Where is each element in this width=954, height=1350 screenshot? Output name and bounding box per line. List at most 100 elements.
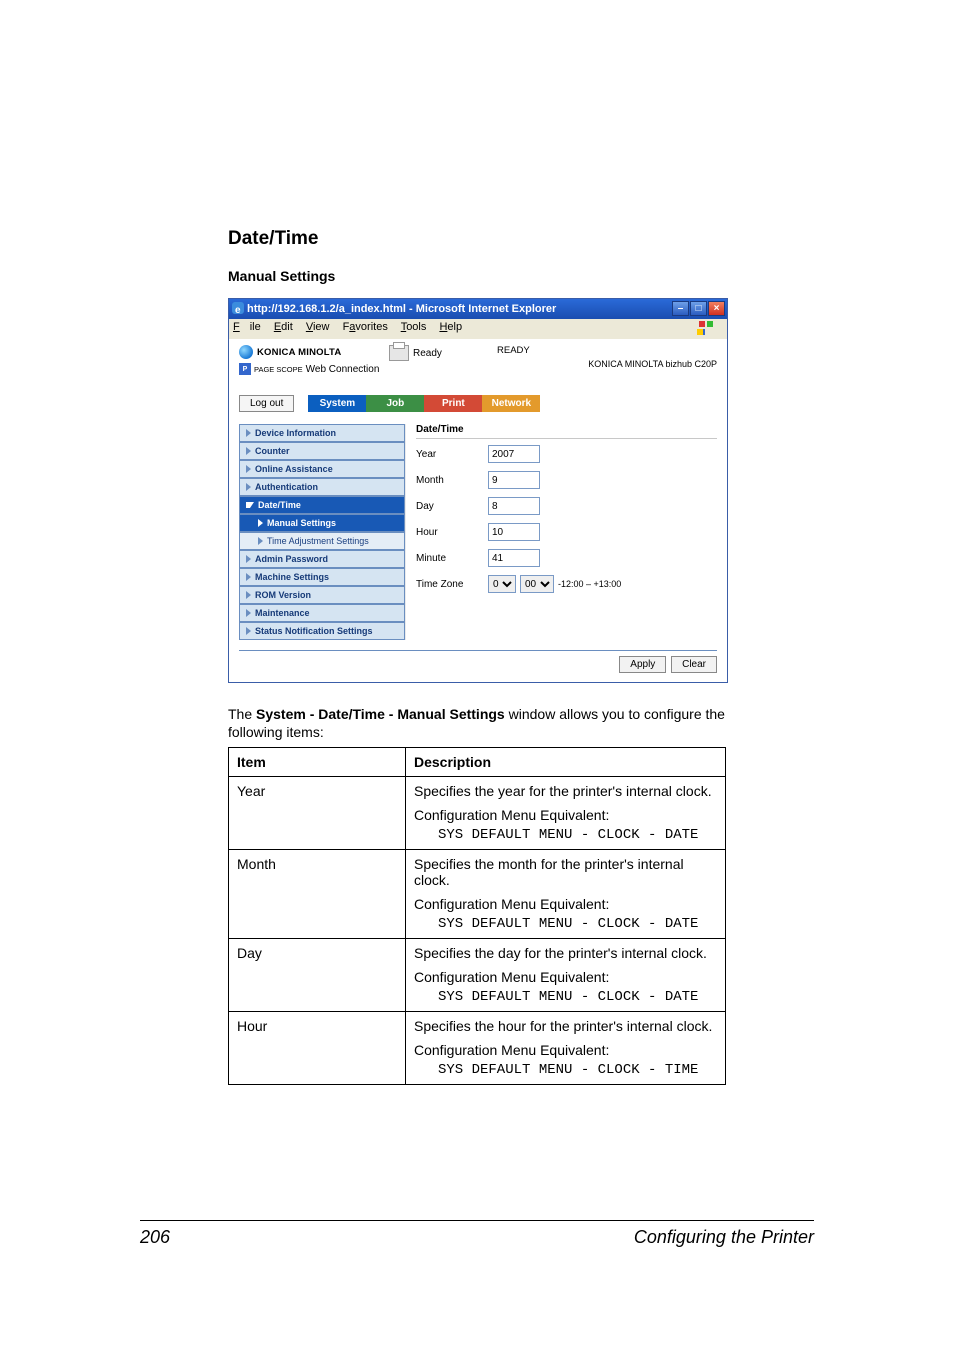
menu-edit[interactable]: Edit (274, 321, 293, 333)
table-row: Hour Specifies the hour for the printer'… (229, 1012, 726, 1085)
section-title: Date/Time (416, 424, 717, 439)
windows-flag-icon (699, 321, 713, 335)
form-footer: Apply Clear (239, 650, 717, 670)
desc-mono: SYS DEFAULT MENU - CLOCK - DATE (438, 916, 717, 932)
sidebar-item-status-notification[interactable]: Status Notification Settings (239, 622, 405, 640)
menu-help[interactable]: Help (439, 321, 462, 333)
sidebar-item-date-time[interactable]: Date/Time (239, 496, 405, 514)
year-input[interactable] (488, 445, 540, 463)
hour-label: Hour (416, 527, 488, 538)
clear-button[interactable]: Clear (671, 656, 717, 673)
brand-globe-icon (239, 345, 253, 359)
tab-system[interactable]: System (308, 395, 366, 412)
desc-spec: Specifies the day for the printer's inte… (414, 945, 717, 961)
sidebar-item-label: Authentication (255, 482, 318, 492)
sidebar-item-label: Status Notification Settings (255, 626, 373, 636)
sidebar-item-maintenance[interactable]: Maintenance (239, 604, 405, 622)
table-head-item: Item (229, 748, 406, 777)
triangle-right-icon (246, 429, 251, 437)
sidebar-item-label: Admin Password (255, 554, 328, 564)
sidebar-item-label: Date/Time (258, 500, 301, 510)
cell-desc: Specifies the month for the printer's in… (406, 850, 726, 939)
sidebar-item-time-adjustment[interactable]: Time Adjustment Settings (239, 532, 405, 550)
desc-mono: SYS DEFAULT MENU - CLOCK - TIME (438, 1062, 717, 1078)
minute-label: Minute (416, 553, 488, 564)
hour-input[interactable] (488, 523, 540, 541)
table-row: Month Specifies the month for the printe… (229, 850, 726, 939)
tab-job[interactable]: Job (366, 395, 424, 412)
web-connection-label: Web Connection (306, 364, 380, 375)
triangle-right-icon (246, 627, 251, 635)
timezone-range-note: -12:00 – +13:00 (558, 579, 621, 589)
sidebar-item-device-info[interactable]: Device Information (239, 424, 405, 442)
triangle-right-icon (246, 447, 251, 455)
sidebar-item-online-assistance[interactable]: Online Assistance (239, 460, 405, 478)
triangle-right-icon (246, 573, 251, 581)
timezone-minute-select[interactable]: 00 (520, 575, 554, 593)
status-text: READY (497, 345, 530, 356)
table-head-desc: Description (406, 748, 726, 777)
ready-label: Ready (413, 348, 442, 359)
desc-conf: Configuration Menu Equivalent: (414, 896, 717, 912)
desc-mono: SYS DEFAULT MENU - CLOCK - DATE (438, 989, 717, 1005)
triangle-right-icon (246, 555, 251, 563)
desc-spec: Specifies the month for the printer's in… (414, 856, 717, 888)
sidebar-item-label: Online Assistance (255, 464, 333, 474)
cell-desc: Specifies the hour for the printer's int… (406, 1012, 726, 1085)
desc-conf: Configuration Menu Equivalent: (414, 1042, 717, 1058)
day-input[interactable] (488, 497, 540, 515)
triangle-right-icon (246, 591, 251, 599)
desc-conf: Configuration Menu Equivalent: (414, 969, 717, 985)
sidebar-item-label: Maintenance (255, 608, 310, 618)
intro-paragraph: The System - Date/Time - Manual Settings… (228, 705, 726, 741)
triangle-right-icon (258, 537, 263, 545)
sidebar-item-label: Counter (255, 446, 290, 456)
page-section: Configuring the Printer (634, 1227, 814, 1248)
tab-bar: System Job Print Network (308, 395, 540, 412)
window-title-text: http://192.168.1.2/a_index.html - Micros… (247, 303, 556, 315)
sidebar-item-label: Device Information (255, 428, 336, 438)
apply-button[interactable]: Apply (619, 656, 666, 673)
year-label: Year (416, 449, 488, 460)
pagescope-icon: P (239, 363, 251, 375)
menu-favorites[interactable]: Favorites (343, 321, 388, 333)
desc-conf: Configuration Menu Equivalent: (414, 807, 717, 823)
browser-menu-bar: File Edit View Favorites Tools Help (229, 319, 727, 339)
sidebar-item-machine-settings[interactable]: Machine Settings (239, 568, 405, 586)
sidebar-item-label: Machine Settings (255, 572, 329, 582)
sidebar-item-rom-version[interactable]: ROM Version (239, 586, 405, 604)
menu-file[interactable]: File (233, 321, 261, 333)
window-close-button[interactable]: × (708, 301, 725, 316)
main-panel: Date/Time Year Month Day Hour Minute Tim… (416, 424, 717, 640)
sidebar: Device Information Counter Online Assist… (239, 424, 406, 640)
settings-table: Item Description Year Specifies the year… (228, 747, 726, 1085)
sidebar-item-manual-settings[interactable]: Manual Settings (239, 514, 405, 532)
tab-print[interactable]: Print (424, 395, 482, 412)
cell-item: Day (229, 939, 406, 1012)
heading-manual-settings: Manual Settings (228, 268, 726, 284)
para-bold: System - Date/Time - Manual Settings (256, 706, 505, 722)
month-input[interactable] (488, 471, 540, 489)
para-pre: The (228, 706, 256, 722)
window-minimize-button[interactable]: – (672, 301, 689, 316)
window-maximize-button[interactable]: □ (690, 301, 707, 316)
model-name: KONICA MINOLTA bizhub C20P (588, 359, 717, 369)
menu-view[interactable]: View (306, 321, 330, 333)
tab-network[interactable]: Network (482, 395, 540, 412)
table-row: Year Specifies the year for the printer'… (229, 777, 726, 850)
sidebar-item-counter[interactable]: Counter (239, 442, 405, 460)
timezone-label: Time Zone (416, 579, 488, 590)
heading-date-time: Date/Time (228, 228, 726, 250)
timezone-hour-select[interactable]: 0 (488, 575, 516, 593)
sidebar-item-admin-password[interactable]: Admin Password (239, 550, 405, 568)
minute-input[interactable] (488, 549, 540, 567)
month-label: Month (416, 475, 488, 486)
logout-button[interactable]: Log out (239, 395, 294, 412)
sidebar-item-label: Manual Settings (267, 518, 336, 528)
menu-tools[interactable]: Tools (401, 321, 427, 333)
desc-spec: Specifies the year for the printer's int… (414, 783, 717, 799)
sidebar-item-authentication[interactable]: Authentication (239, 478, 405, 496)
browser-window: http://192.168.1.2/a_index.html - Micros… (228, 298, 728, 683)
page-number: 206 (140, 1227, 170, 1248)
sidebar-item-label: ROM Version (255, 590, 311, 600)
